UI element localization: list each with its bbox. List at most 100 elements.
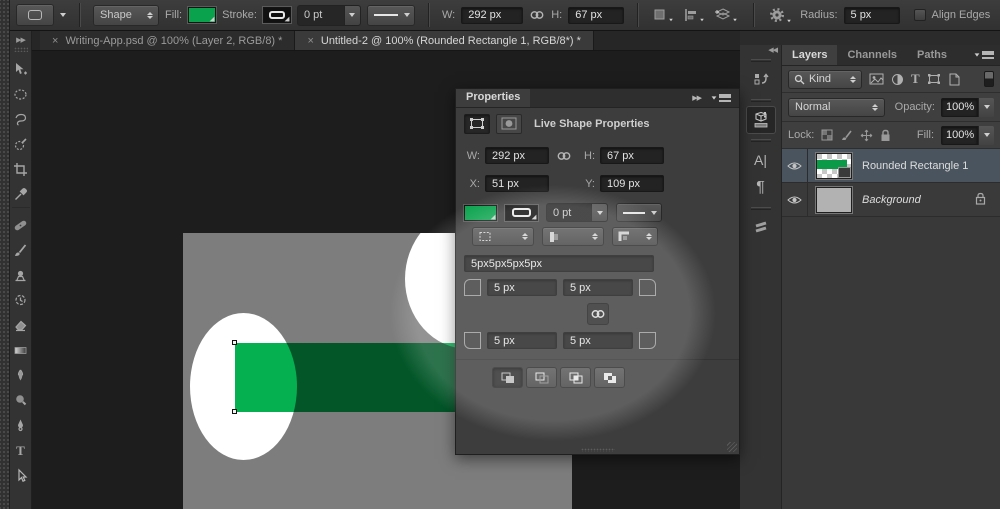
document-tab-untitled-2[interactable]: × Untitled-2 @ 100% (Rounded Rectangle 1…	[295, 31, 593, 50]
dock-group-grip[interactable]	[751, 59, 771, 62]
fill-swatch[interactable]	[188, 7, 216, 23]
lock-all-icon[interactable]	[880, 129, 891, 142]
lasso-tool[interactable]	[10, 107, 32, 132]
tab-layers[interactable]: Layers	[782, 45, 837, 65]
layer-visibility-toggle[interactable]	[782, 183, 808, 216]
panel-icon-character[interactable]: A|	[746, 146, 776, 174]
stroke-caps-select[interactable]	[542, 227, 604, 246]
dock-group-grip[interactable]	[751, 139, 771, 142]
shape-stroke-width-select[interactable]: 0 pt	[546, 203, 608, 222]
masks-mode-button[interactable]	[496, 114, 522, 134]
filter-toggle-switch[interactable]	[984, 71, 994, 87]
stroke-width-caret[interactable]	[591, 204, 607, 221]
stroke-type-select[interactable]	[367, 5, 415, 26]
type-tool[interactable]: T	[10, 438, 32, 463]
layer-row-background[interactable]: Background	[782, 183, 1000, 217]
link-dimensions-icon[interactable]	[549, 151, 579, 161]
history-brush-tool[interactable]	[10, 288, 32, 313]
stroke-corners-select[interactable]	[612, 227, 658, 246]
bottom-left-radius-field[interactable]: 5 px	[487, 332, 557, 349]
dock-group-grip[interactable]	[751, 207, 771, 210]
eraser-tool[interactable]	[10, 313, 32, 338]
shape-anchor-top-left[interactable]	[232, 340, 237, 345]
dock-group-grip[interactable]	[751, 99, 771, 102]
properties-panel-tab[interactable]: Properties	[456, 89, 530, 107]
brush-tool[interactable]	[10, 238, 32, 263]
move-tool[interactable]	[10, 57, 32, 82]
stroke-swatch[interactable]	[263, 7, 291, 23]
blend-mode-select[interactable]: Normal	[788, 98, 885, 117]
close-tab-icon[interactable]: ×	[52, 35, 58, 47]
top-right-radius-field[interactable]: 5 px	[563, 279, 633, 296]
quick-selection-tool[interactable]	[10, 132, 32, 157]
combine-shapes-button[interactable]	[492, 367, 523, 388]
filter-adjustment-layers-icon[interactable]	[891, 73, 904, 86]
tab-paths[interactable]: Paths	[907, 45, 957, 65]
document-tab-writing-app[interactable]: × Writing-App.psd @ 100% (Layer 2, RGB/8…	[40, 31, 295, 50]
filter-kind-select[interactable]: Kind	[788, 70, 862, 89]
shape-fill-swatch[interactable]	[464, 205, 497, 221]
filter-smart-objects-icon[interactable]	[948, 73, 960, 86]
lock-pixels-icon[interactable]	[840, 129, 853, 141]
panel-grip-strip[interactable]	[0, 0, 10, 509]
top-left-radius-field[interactable]: 5 px	[487, 279, 557, 296]
fill-field[interactable]: 100%	[941, 126, 978, 145]
panel-icon-styles[interactable]	[746, 214, 776, 242]
opacity-field[interactable]: 100%	[941, 98, 978, 117]
lock-position-icon[interactable]	[860, 129, 873, 142]
opacity-control[interactable]: 100%	[941, 98, 994, 117]
subtract-front-shape-button[interactable]	[526, 367, 557, 388]
panel-menu-icon[interactable]	[711, 94, 731, 102]
fill-control[interactable]: 100%	[941, 126, 994, 145]
panel-resize-grip[interactable]	[581, 448, 615, 452]
layer-row-rounded-rectangle-1[interactable]: Rounded Rectangle 1	[782, 149, 1000, 183]
layer-visibility-toggle[interactable]	[782, 149, 808, 182]
panel-icon-paragraph[interactable]: ¶	[746, 174, 776, 202]
stroke-width-select[interactable]: 0 pt	[297, 5, 361, 26]
link-corner-values-button[interactable]	[587, 303, 609, 325]
corner-radius-summary-field[interactable]: 5px5px5px5px	[464, 255, 654, 272]
filter-pixel-layers-icon[interactable]	[869, 73, 884, 85]
layer-thumbnail[interactable]	[816, 153, 852, 179]
width-field[interactable]: 292 px	[461, 7, 523, 24]
path-arrangement-button[interactable]	[713, 6, 740, 24]
fill-caret[interactable]	[978, 126, 994, 145]
live-shape-mode-button[interactable]	[464, 114, 490, 134]
shape-mode-select[interactable]: Shape	[93, 5, 159, 26]
align-edges-checkbox[interactable]	[914, 9, 926, 21]
layer-thumbnail[interactable]	[816, 187, 852, 213]
radius-field[interactable]: 5 px	[844, 7, 900, 24]
path-selection-tool[interactable]	[10, 463, 32, 488]
link-dimensions-icon[interactable]	[529, 10, 545, 20]
intersect-shapes-button[interactable]	[560, 367, 591, 388]
toolbox-grip[interactable]	[14, 47, 28, 52]
expand-dock-icon[interactable]: ◀◀	[768, 46, 777, 54]
stroke-align-select[interactable]	[472, 227, 534, 246]
path-alignment-button[interactable]	[682, 6, 707, 24]
crop-tool[interactable]	[10, 157, 32, 182]
collapse-panel-icon[interactable]: ▶▶	[692, 94, 701, 102]
height-field[interactable]: 67 px	[568, 7, 624, 24]
pen-tool[interactable]	[10, 413, 32, 438]
tool-preset-button[interactable]	[16, 4, 54, 26]
tab-channels[interactable]: Channels	[837, 45, 907, 65]
geometry-options-gear-button[interactable]	[767, 5, 794, 25]
exclude-overlap-button[interactable]	[594, 367, 625, 388]
bottom-right-radius-field[interactable]: 5 px	[563, 332, 633, 349]
shape-anchor-bottom-left[interactable]	[232, 409, 237, 414]
shape-height-field[interactable]: 67 px	[600, 147, 664, 164]
panel-icon-adjustments[interactable]	[746, 66, 776, 94]
opacity-caret[interactable]	[978, 98, 994, 117]
blur-tool[interactable]	[10, 363, 32, 388]
tool-preset-caret-icon[interactable]	[60, 13, 66, 17]
panel-resize-corner[interactable]	[727, 442, 737, 452]
shape-x-field[interactable]: 51 px	[485, 175, 549, 192]
filter-type-layers-icon[interactable]: T	[911, 71, 920, 87]
panel-icon-properties[interactable]	[746, 106, 776, 134]
shape-stroke-swatch[interactable]	[505, 205, 538, 221]
elliptical-marquee-tool[interactable]	[10, 82, 32, 107]
panel-menu-icon[interactable]	[974, 45, 1000, 65]
gradient-tool[interactable]	[10, 338, 32, 363]
layer-name[interactable]: Background	[862, 194, 921, 206]
clone-stamp-tool[interactable]	[10, 263, 32, 288]
